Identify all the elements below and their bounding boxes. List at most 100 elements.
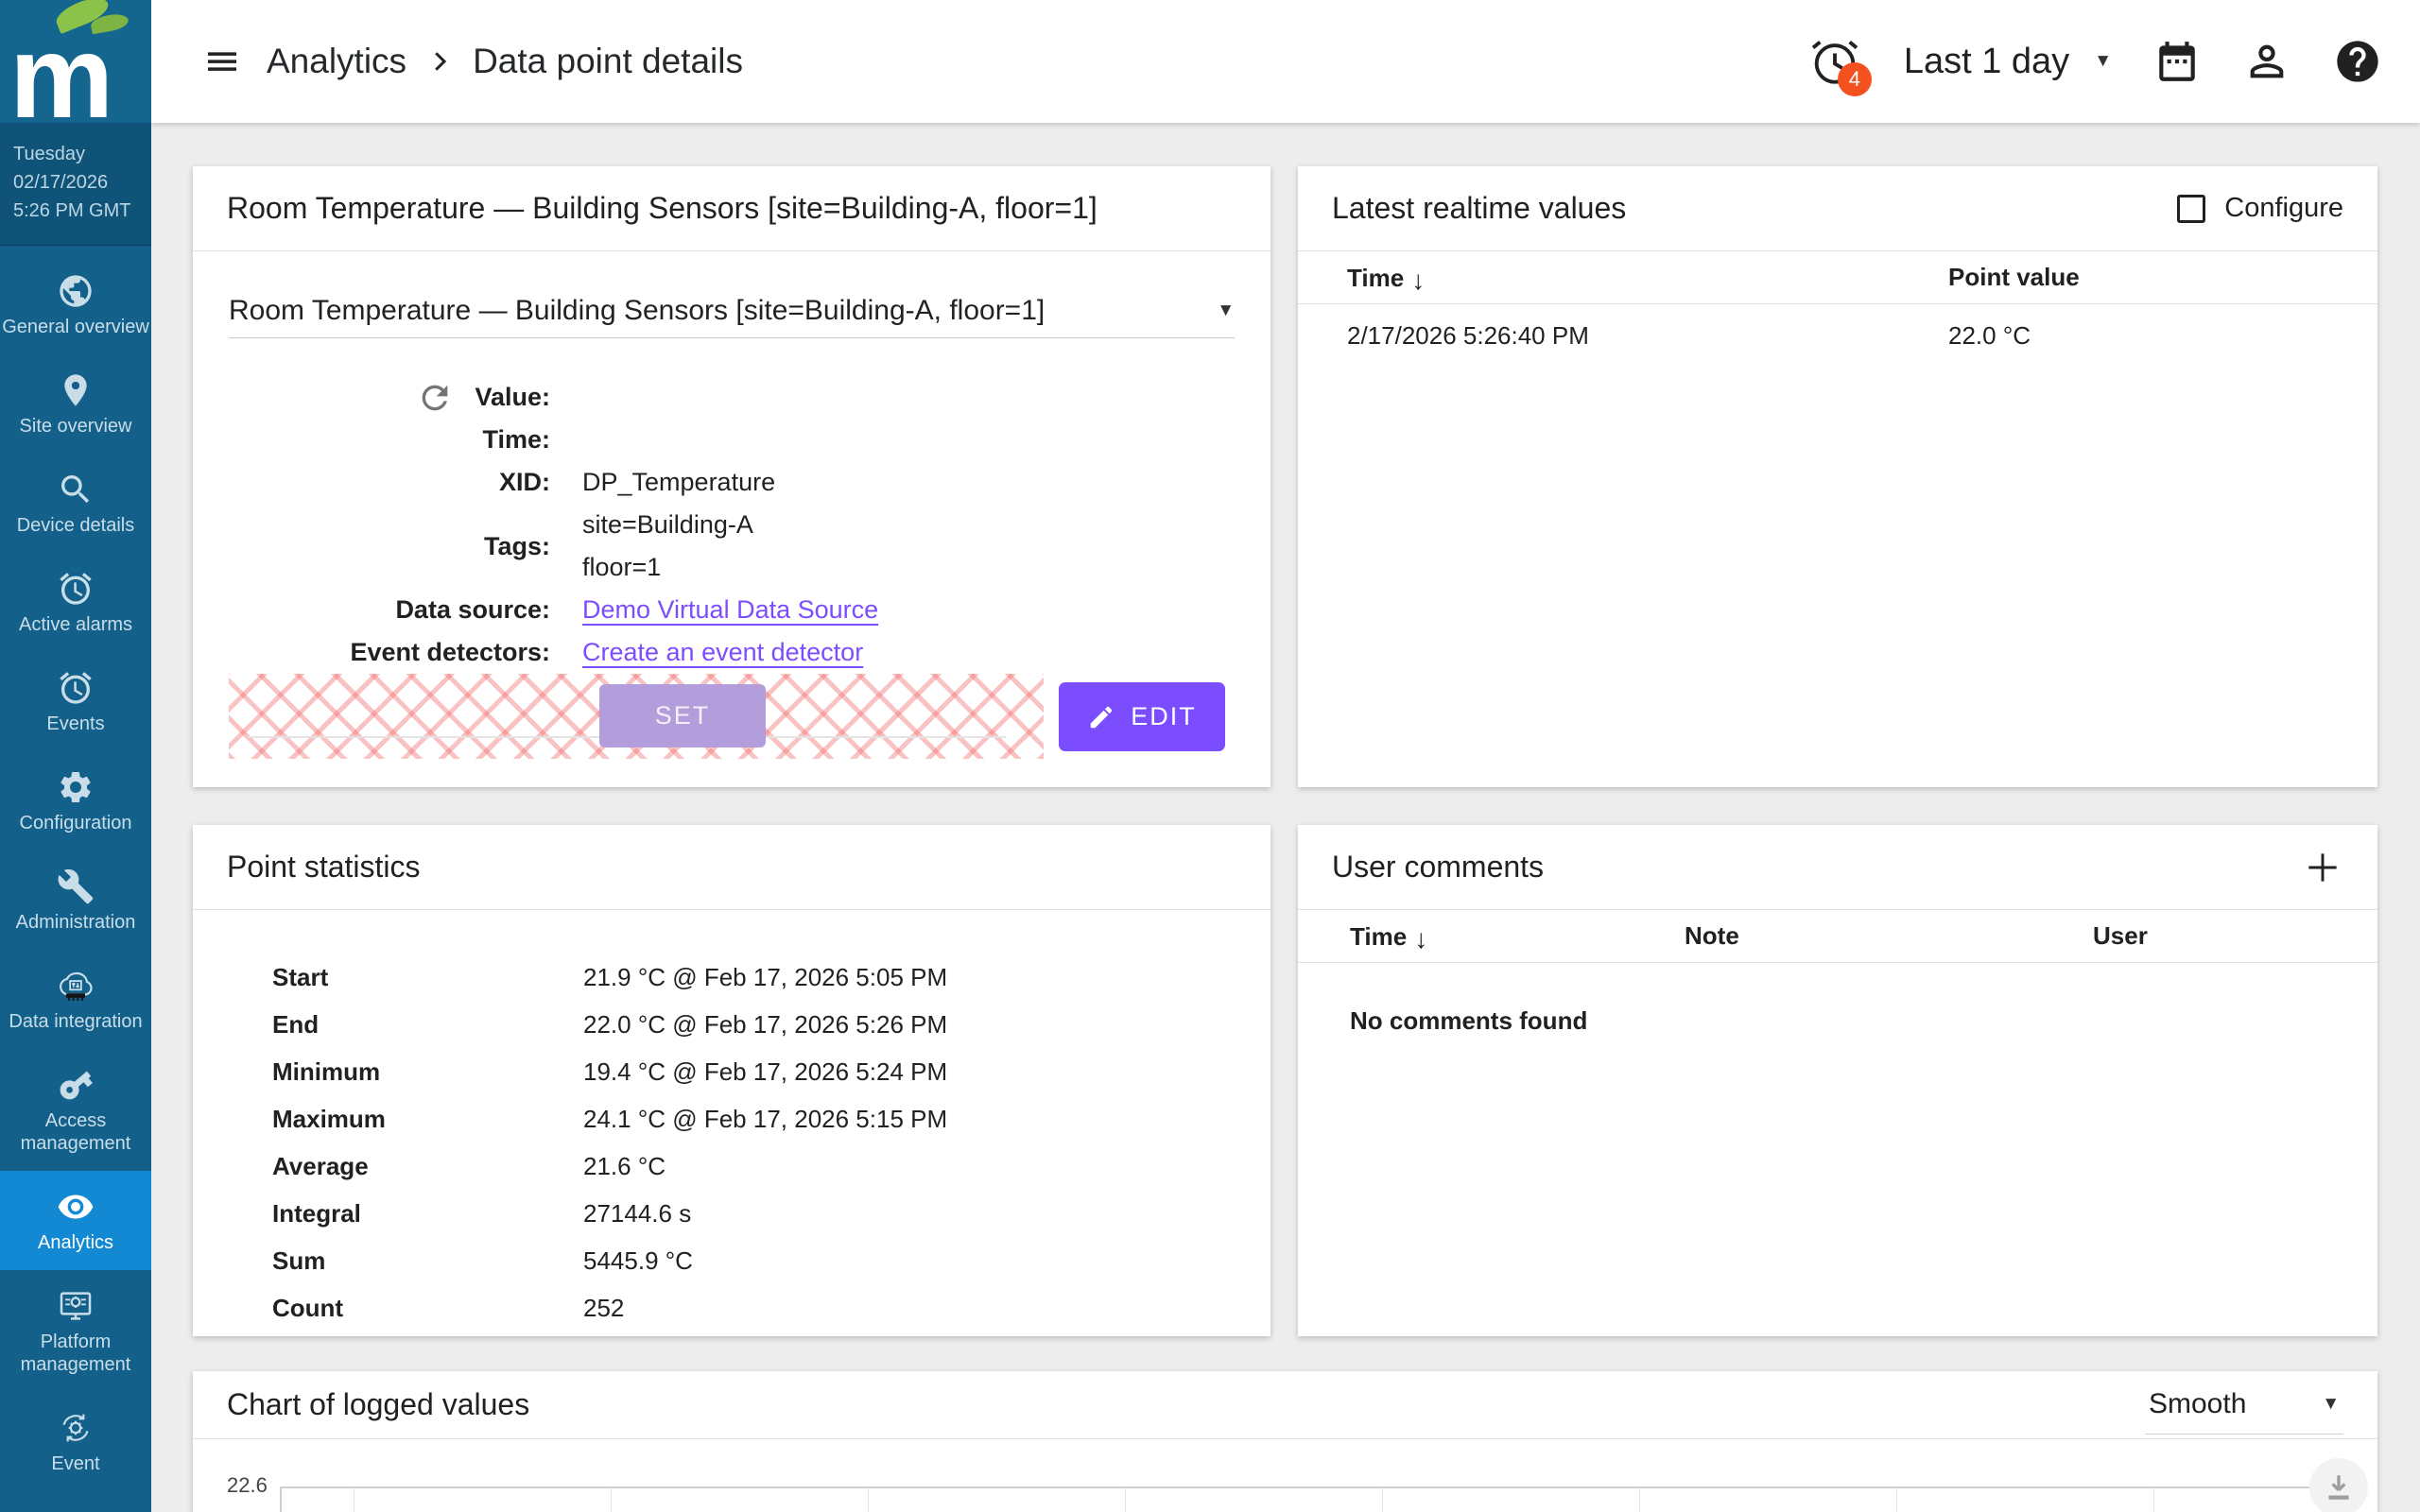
field-row-event-detectors: Event detectors: Create an event detecto… [229,631,1235,674]
help-icon [2333,37,2382,86]
sidebar: m Tuesday 02/17/2026 5:26 PM GMT General… [0,0,151,1512]
chart-gridline [868,1488,869,1512]
refresh-icon[interactable] [416,379,454,417]
user-button[interactable] [2242,37,2291,86]
hamburger-icon [203,43,241,80]
gear-icon [57,768,95,806]
event-cycle-icon [57,1409,95,1447]
value-label: Value: [475,376,550,419]
sidebar-item-access-management[interactable]: Access management [0,1049,151,1171]
sidebar-item-label: Data integration [9,1010,142,1033]
data-source-link[interactable]: Demo Virtual Data Source [582,595,878,624]
app-logo[interactable]: m [0,0,151,123]
sidebar-item-configuration[interactable]: Configuration [0,751,151,850]
sidebar-item-analytics[interactable]: Analytics [0,1171,151,1270]
chart-plot-area: 22.6 [193,1439,2377,1512]
field-row-xid: XID: DP_Temperature [229,461,1235,504]
sidebar-item-label: Administration [16,911,136,934]
cloud-sync-icon [57,967,95,1005]
eye-icon [57,1188,95,1226]
configure-label: Configure [2224,193,2343,224]
breadcrumb: Analytics Data point details [267,42,743,81]
point-statistics-card: Point statistics Start21.9 °C @ Feb 17, … [193,825,1270,1336]
sidebar-item-label: Active alarms [19,613,132,636]
chart-gridline [1639,1488,1640,1512]
field-row-data-source: Data source: Demo Virtual Data Source [229,589,1235,631]
breadcrumb-data-point-details[interactable]: Data point details [473,42,743,81]
add-comment-button[interactable] [2302,847,2343,888]
chart-gridline [1125,1488,1126,1512]
edit-button-label: EDIT [1131,702,1197,731]
active-alarms-button[interactable]: 4 [1807,34,1862,89]
realtime-table-row[interactable]: 2/17/2026 5:26:40 PM 22.0 °C [1298,304,2377,367]
user-comments-card: User comments Time↓ Note User No comment… [1298,825,2377,1336]
sidebar-item-events[interactable]: Events [0,652,151,751]
date-picker-button[interactable] [2153,38,2201,85]
point-details-card: Room Temperature — Building Sensors [sit… [193,166,1270,787]
sidebar-weekday: Tuesday [13,140,151,168]
column-user: User [2093,921,2377,951]
time-range-select[interactable]: Last 1 day ▼ [1904,42,2112,82]
chart-card: Chart of logged values Smooth ▼ 22.6 [193,1371,2377,1512]
stat-row-start: Start21.9 °C @ Feb 17, 2026 5:05 PM [272,954,1236,1001]
stat-row-count: Count252 [272,1284,1236,1332]
sidebar-item-label: Device details [17,514,135,537]
y-axis-tick-label: 22.6 [227,1473,268,1498]
help-button[interactable] [2333,37,2382,86]
search-icon [57,471,95,508]
stat-row-sum: Sum5445.9 °C [272,1237,1236,1284]
realtime-values-card: Latest realtime values Configure Time↓ P… [1298,166,2377,787]
sidebar-item-label: Configuration [20,812,132,834]
menu-button[interactable] [200,40,244,83]
no-comments-message: No comments found [1298,1006,2377,1036]
sidebar-item-event[interactable]: Event [0,1392,151,1491]
breadcrumb-analytics[interactable]: Analytics [267,42,406,81]
alarm-clock-icon [57,669,95,707]
sidebar-item-label: Platform management [2,1331,149,1376]
sort-down-icon[interactable]: ↓ [1414,924,1427,954]
statistics-title: Point statistics [227,850,421,885]
field-row-value: Value: [229,376,1235,419]
plus-icon [2302,847,2343,888]
data-point-select[interactable]: Room Temperature — Building Sensors [sit… [229,284,1235,338]
field-row-time: Time: [229,419,1235,461]
chevron-down-icon: ▼ [2094,51,2112,72]
time-label: Time: [229,419,550,461]
sidebar-item-device-details[interactable]: Device details [0,454,151,553]
app-root: m Tuesday 02/17/2026 5:26 PM GMT General… [0,0,2420,1512]
configure-checkbox[interactable] [2177,195,2205,223]
sidebar-item-data-integration[interactable]: Data integration [0,950,151,1049]
globe-icon [57,272,95,310]
sidebar-item-label: General overview [2,316,149,338]
set-button[interactable]: SET [599,684,766,747]
sidebar-item-label: Analytics [38,1231,113,1254]
edit-button[interactable]: EDIT [1059,682,1225,751]
sort-down-icon[interactable]: ↓ [1411,266,1425,295]
realtime-row-time: 2/17/2026 5:26:40 PM [1347,321,1948,351]
sidebar-item-administration[interactable]: Administration [0,850,151,950]
sidebar-item-site-overview[interactable]: Site overview [0,354,151,454]
main-content: Room Temperature — Building Sensors [sit… [151,123,2420,1512]
realtime-title: Latest realtime values [1332,191,1626,226]
comments-title: User comments [1332,850,1544,885]
sidebar-item-label: Events [46,713,104,735]
column-time: Time [1350,922,1407,951]
column-time: Time [1347,264,1404,292]
chart-gridline [2153,1488,2154,1512]
create-event-detector-link[interactable]: Create an event detector [582,638,863,666]
sidebar-item-general-overview[interactable]: General overview [0,255,151,354]
top-header: Analytics Data point details 4 Last 1 da… [151,0,2420,123]
wrench-icon [57,868,95,905]
chart-gridline [1382,1488,1383,1512]
configure-toggle[interactable]: Configure [2177,193,2343,224]
chart-export-button[interactable] [2309,1458,2368,1512]
sidebar-item-platform-management[interactable]: Platform management [0,1270,151,1392]
sidebar-item-active-alarms[interactable]: Active alarms [0,553,151,652]
pencil-icon [1087,703,1115,731]
sidebar-item-label: Access management [2,1109,149,1155]
download-icon [2323,1471,2355,1503]
column-note: Note [1685,921,2093,951]
rollup-select[interactable]: Smooth ▼ [2145,1384,2343,1435]
tags-label: Tags: [229,504,550,589]
data-source-label: Data source: [229,589,550,631]
